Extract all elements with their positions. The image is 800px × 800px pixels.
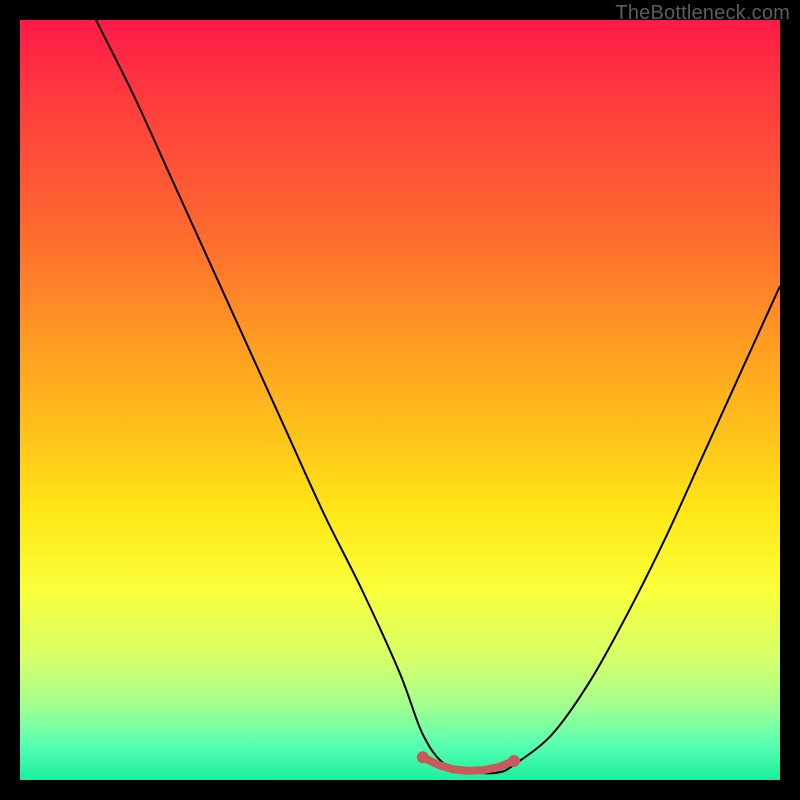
chart-frame: TheBottleneck.com [0, 0, 800, 800]
watermark-text: TheBottleneck.com [615, 2, 790, 25]
gradient-plot-area [20, 20, 780, 780]
